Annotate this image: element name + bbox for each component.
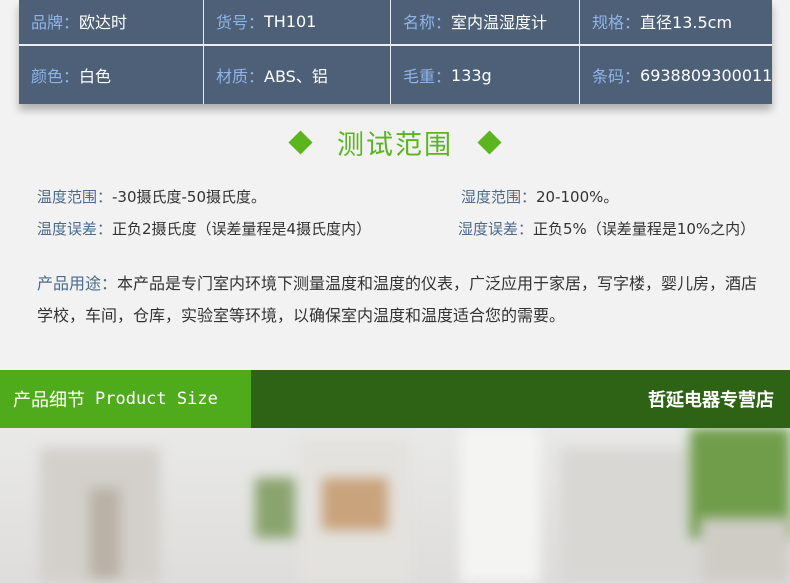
photo-shape bbox=[560, 448, 700, 583]
shop-name: 哲延电器专营店 bbox=[251, 370, 790, 428]
spec-cell-size: 规格： 直径13.5cm bbox=[580, 0, 772, 46]
humidity-error-value: 正负5%（误差量程是10%之内） bbox=[533, 220, 756, 238]
spec-value: 室内温湿度计 bbox=[451, 13, 548, 32]
usage-text: 本产品是专门室内环境下测量温度和温度的仪表，广泛应用于家居，写字楼，婴儿房，酒店… bbox=[37, 274, 758, 325]
diamond-icon bbox=[288, 129, 313, 155]
humidity-error: 湿度误差：正负5%（误差量程是10%之内） bbox=[458, 218, 755, 239]
temp-range-label: 温度范围： bbox=[37, 188, 113, 206]
humidity-range: 湿度范围：20-100%。 bbox=[461, 186, 618, 207]
spec-key: 颜色： bbox=[31, 67, 80, 86]
spec-table: 品牌： 欧达时 货号： TH101 名称： 室内温湿度计 规格： 直径13.5cm 颜色… bbox=[19, 0, 772, 104]
spec-value: ABS、铝 bbox=[264, 67, 328, 86]
temp-error: 温度误差：正负2摄氏度（误差量程是4摄氏度内） bbox=[37, 218, 371, 239]
temp-range: 温度范围：-30摄氏度-50摄氏度。 bbox=[37, 186, 266, 207]
banner-section-title: 产品细节 Product Size bbox=[0, 370, 251, 428]
banner-title-en: Product Size bbox=[95, 389, 218, 409]
spec-value: 133g bbox=[451, 65, 492, 85]
section-title-text: 测试范围 bbox=[337, 129, 453, 161]
spec-key: 货号： bbox=[216, 13, 265, 32]
photo-shape bbox=[700, 518, 790, 583]
spec-cell-weight: 毛重： 133g bbox=[391, 50, 579, 100]
temp-error-value: 正负2摄氏度（误差量程是4摄氏度内） bbox=[112, 220, 372, 238]
spec-cell-barcode: 条码： 6938809300011 bbox=[580, 50, 772, 100]
photo-shape bbox=[322, 478, 388, 530]
spec-key: 材质： bbox=[216, 67, 265, 86]
diamond-icon bbox=[477, 129, 502, 155]
usage-label: 产品用途： bbox=[37, 274, 118, 293]
spec-key: 条码： bbox=[592, 67, 641, 86]
spec-value: 6938809300011 bbox=[640, 65, 772, 85]
spec-cell-name: 名称： 室内温湿度计 bbox=[391, 0, 579, 46]
room-photo bbox=[0, 428, 790, 583]
spec-key: 规格： bbox=[592, 13, 641, 32]
spec-value: 直径13.5cm bbox=[640, 13, 733, 32]
spec-cell-item-no: 货号： TH101 bbox=[204, 0, 390, 46]
section-title: 测试范围 bbox=[0, 122, 790, 162]
spec-value: 欧达时 bbox=[79, 13, 128, 32]
photo-shape bbox=[255, 478, 295, 538]
temp-range-value: -30摄氏度-50摄氏度。 bbox=[112, 188, 267, 206]
detail-banner: 产品细节 Product Size 哲延电器专营店 bbox=[0, 370, 790, 428]
temp-error-label: 温度误差： bbox=[37, 220, 113, 238]
spec-key: 名称： bbox=[403, 13, 452, 32]
humidity-error-label: 湿度误差： bbox=[458, 220, 534, 238]
spec-cell-brand: 品牌： 欧达时 bbox=[19, 0, 203, 46]
humidity-range-label: 湿度范围： bbox=[461, 188, 537, 206]
spec-cell-material: 材质： ABS、铝 bbox=[204, 50, 390, 100]
photo-shape bbox=[90, 488, 120, 578]
spec-key: 毛重： bbox=[403, 67, 452, 86]
banner-title-cn: 产品细节 bbox=[13, 390, 85, 411]
spec-cell-color: 颜色： 白色 bbox=[19, 50, 203, 100]
spec-value: TH101 bbox=[264, 11, 317, 31]
spec-key: 品牌： bbox=[31, 13, 80, 32]
spec-value: 白色 bbox=[79, 67, 112, 86]
humidity-range-value: 20-100%。 bbox=[536, 188, 619, 206]
product-detail-page: 品牌： 欧达时 货号： TH101 名称： 室内温湿度计 规格： 直径13.5cm 颜色… bbox=[0, 0, 790, 583]
photo-shape bbox=[460, 428, 540, 583]
product-usage: 产品用途：本产品是专门室内环境下测量温度和温度的仪表，广泛应用于家居，写字楼，婴… bbox=[37, 268, 767, 332]
